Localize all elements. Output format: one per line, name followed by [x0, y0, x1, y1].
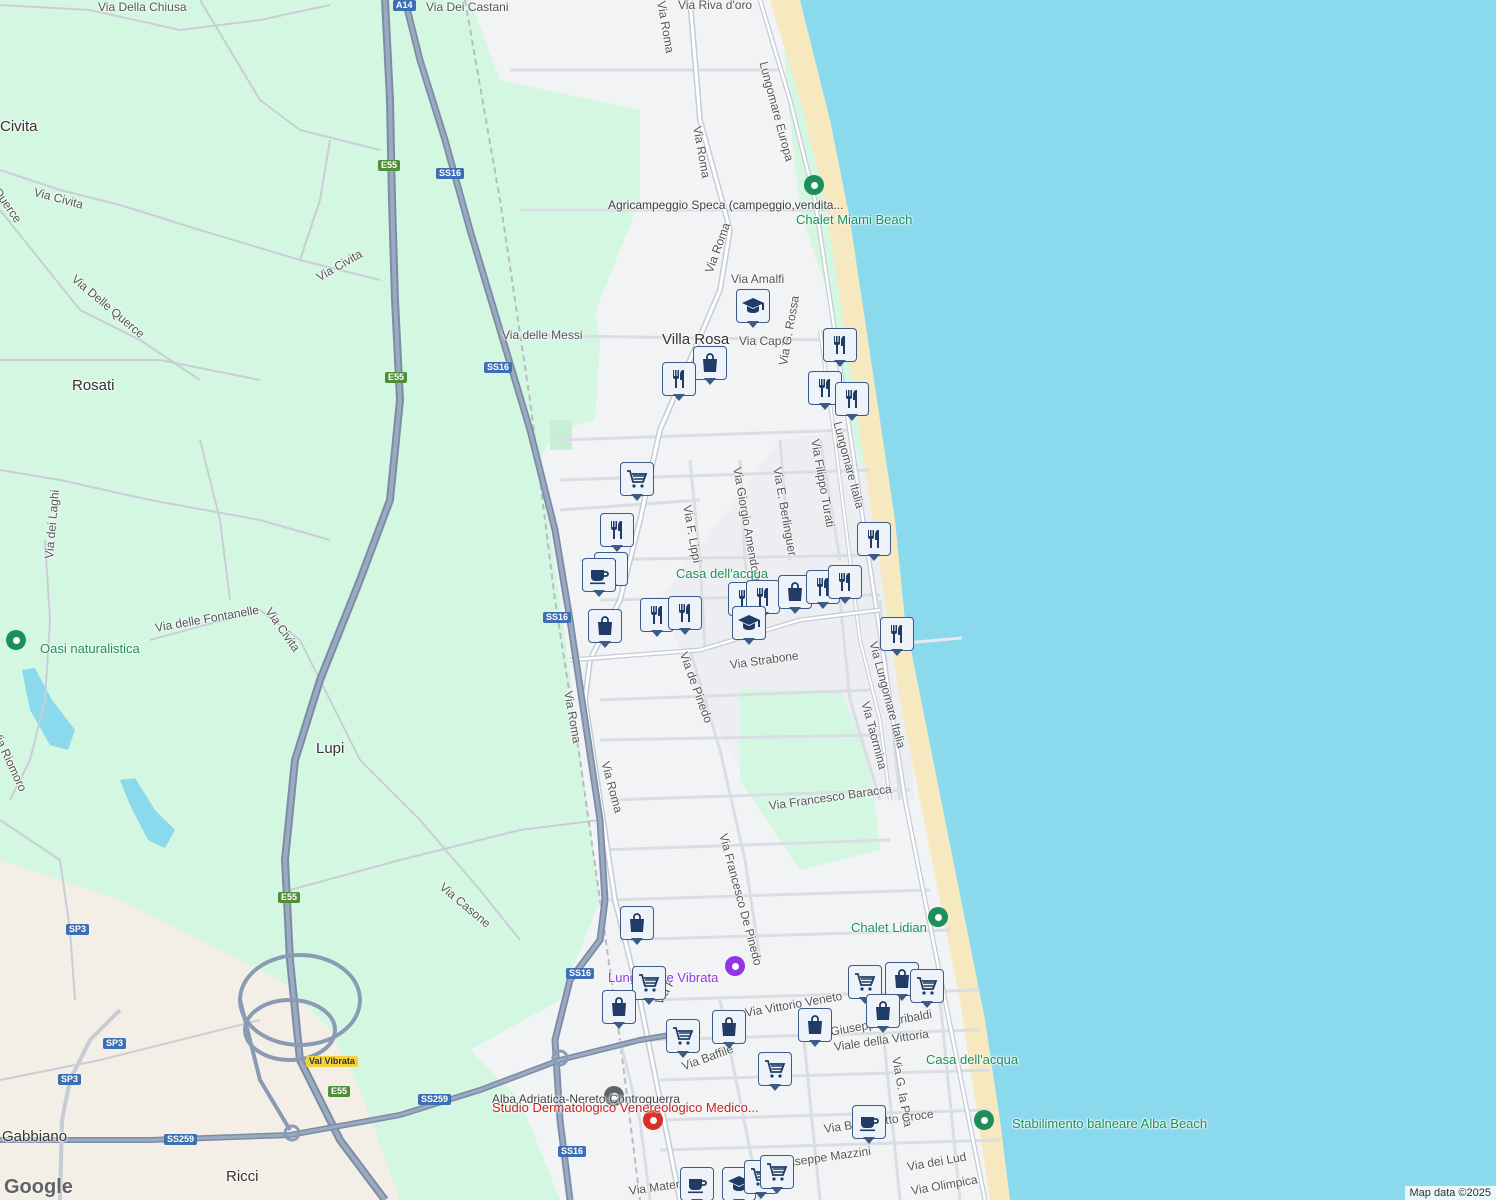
route-shield-ss16: SS16: [484, 362, 513, 373]
poi-pin-icon[interactable]: [974, 1110, 994, 1130]
restaurant-icon: [835, 382, 869, 416]
route-shield-sp3: SP3: [103, 1038, 127, 1049]
street-label-via-dei-castani: Via Dei Castani: [426, 0, 509, 14]
shopping-bag-icon: [588, 609, 622, 643]
route-shield-ss16: SS16: [543, 612, 572, 623]
place-label-civita[interactable]: Civita: [0, 118, 38, 135]
restaurant-icon: [857, 522, 891, 556]
map-marker-shopping-bag[interactable]: [693, 346, 729, 388]
poi-label-stabilimento-balneare-alba-beach[interactable]: Stabilimento balneare Alba Beach: [1012, 1116, 1207, 1131]
map-marker-cart[interactable]: [666, 1019, 702, 1061]
map-marker-restaurant[interactable]: [857, 522, 893, 564]
shopping-bag-icon: [798, 1008, 832, 1042]
cart-icon: [666, 1019, 700, 1053]
map-marker-shopping-bag[interactable]: [602, 990, 638, 1032]
map-marker-restaurant[interactable]: [880, 617, 916, 659]
restaurant-icon: [828, 565, 862, 599]
map-marker-cafe[interactable]: [582, 558, 618, 600]
map-marker-shopping-bag[interactable]: [620, 906, 656, 948]
poi-label-chalet-miami-beach[interactable]: Chalet Miami Beach: [796, 212, 912, 227]
map-marker-cart[interactable]: [758, 1052, 794, 1094]
school-icon: [736, 289, 770, 323]
poi-label-studio-dermatologico-venereologico-medico[interactable]: Studio Dermatologico Venereologico Medic…: [492, 1100, 759, 1115]
place-label-lupi[interactable]: Lupi: [316, 740, 344, 757]
map-marker-shopping-bag[interactable]: [866, 994, 902, 1036]
map-marker-restaurant[interactable]: [835, 382, 871, 424]
map-marker-shopping-bag[interactable]: [798, 1008, 834, 1050]
map-marker-shopping-bag[interactable]: [712, 1010, 748, 1052]
poi-label-casa-dell-acqua[interactable]: Casa dell'acqua: [676, 566, 768, 581]
shopping-bag-icon: [620, 906, 654, 940]
shopping-bag-icon: [712, 1010, 746, 1044]
map-marker-cart[interactable]: [760, 1155, 796, 1197]
route-shield-val-vibrata: Val Vibrata: [306, 1056, 358, 1067]
route-shield-ss16: SS16: [436, 168, 465, 179]
shopping-bag-icon: [602, 990, 636, 1024]
map-marker-shopping-bag[interactable]: [588, 609, 624, 651]
poi-label-agricampeggio-speca-campeggio-vendita[interactable]: Agricampeggio Speca (campeggio,vendita..…: [608, 198, 843, 212]
street-label-via-della-chiusa: Via Della Chiusa: [98, 0, 187, 14]
shopping-bag-icon: [693, 346, 727, 380]
cafe-icon: [680, 1167, 714, 1200]
restaurant-icon: [662, 362, 696, 396]
route-shield-e55: E55: [378, 160, 401, 171]
poi-label-oasi-naturalistica[interactable]: Oasi naturalistica: [40, 641, 140, 656]
map-marker-school[interactable]: [732, 606, 768, 648]
map-marker-restaurant[interactable]: [600, 513, 636, 555]
map-marker-cart[interactable]: [620, 462, 656, 504]
route-shield-sp3: SP3: [66, 924, 90, 935]
restaurant-icon: [600, 513, 634, 547]
map-attribution[interactable]: Map data ©2025: [1404, 1186, 1496, 1200]
route-shield-e55: E55: [278, 892, 301, 903]
map-marker-restaurant[interactable]: [823, 328, 859, 370]
street-label-via-riva-d-oro: Via Riva d'oro: [678, 0, 753, 12]
place-label-ricci[interactable]: Ricci: [226, 1168, 259, 1185]
route-shield-ss16: SS16: [566, 968, 595, 979]
map-canvas[interactable]: Civita Rosati Lupi Villa Rosa Gabbiano Ricci V…: [0, 0, 1496, 1200]
route-shield-ss16: SS16: [558, 1146, 587, 1157]
restaurant-icon: [668, 596, 702, 630]
map-marker-school[interactable]: [736, 289, 772, 331]
place-label-gabbiano[interactable]: Gabbiano: [2, 1128, 67, 1145]
place-label-rosati[interactable]: Rosati: [72, 377, 115, 394]
poi-pin-icon[interactable]: [804, 175, 824, 195]
route-shield-ss259: SS259: [418, 1094, 452, 1105]
map-marker-cafe[interactable]: [680, 1167, 716, 1200]
route-shield-a14: A14: [393, 0, 416, 11]
route-shield-ss259: SS259: [164, 1134, 198, 1145]
school-icon: [732, 606, 766, 640]
route-shield-e55: E55: [328, 1086, 351, 1097]
poi-label-chalet-lidian[interactable]: Chalet Lidian: [851, 920, 927, 935]
cart-icon: [760, 1155, 794, 1189]
poi-pin-icon[interactable]: [725, 956, 745, 976]
street-label-via-delle-messi: Via delle Messi: [502, 328, 583, 342]
cart-icon: [758, 1052, 792, 1086]
map-marker-cart[interactable]: [910, 969, 946, 1011]
shopping-bag-icon: [866, 994, 900, 1028]
google-logo[interactable]: Google: [4, 1176, 73, 1199]
route-shield-sp3: SP3: [58, 1074, 82, 1085]
cart-icon: [910, 969, 944, 1003]
poi-pin-icon[interactable]: [928, 907, 948, 927]
restaurant-icon: [880, 617, 914, 651]
cafe-icon: [852, 1105, 886, 1139]
map-marker-restaurant[interactable]: [668, 596, 704, 638]
street-label-via-amalfi: Via Amalfi: [731, 272, 785, 286]
poi-label-casa-dell-acqua[interactable]: Casa dell'acqua: [926, 1052, 1018, 1067]
restaurant-icon: [823, 328, 857, 362]
map-marker-restaurant[interactable]: [828, 565, 864, 607]
route-shield-e55: E55: [385, 372, 408, 383]
cafe-icon: [582, 558, 616, 592]
map-marker-cafe[interactable]: [852, 1105, 888, 1147]
cart-icon: [620, 462, 654, 496]
poi-pin-icon[interactable]: [6, 630, 26, 650]
map-marker-restaurant[interactable]: [662, 362, 698, 404]
